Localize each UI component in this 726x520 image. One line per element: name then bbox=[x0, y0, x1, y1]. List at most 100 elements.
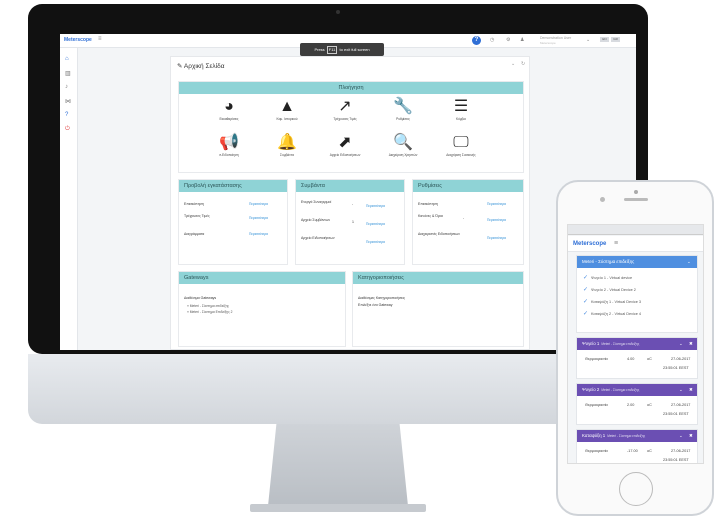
device-label: Ψυγείο 2 - Virtual Device 2 bbox=[591, 288, 636, 292]
help-icon[interactable]: ? bbox=[472, 36, 481, 45]
phone-speaker bbox=[624, 198, 648, 201]
install-view-title: Προβολή εγκατάστασης bbox=[179, 180, 287, 192]
nav-item-e-notify[interactable]: 📢 e-Ειδοποίηση bbox=[199, 134, 259, 157]
reading-device-sub: Meteri - Σύστημα επιδείξης bbox=[607, 434, 646, 438]
nav-item-history[interactable]: ▲ Καμ. Ιστορικού bbox=[257, 98, 317, 121]
nav-item-clearing[interactable]: ◕ Εκκαθαρίσεις bbox=[199, 98, 259, 121]
chevron-down-icon[interactable]: ⌄ bbox=[679, 384, 683, 396]
gateways-subtitle: Διαθέσιμα Gateways bbox=[184, 296, 217, 300]
close-icon[interactable]: ✖ bbox=[689, 430, 693, 442]
minimize-icon[interactable]: ⌄ bbox=[511, 61, 515, 67]
reading-label: Θερμοκρασία bbox=[585, 403, 608, 407]
nav-item-device-management[interactable]: 🖵 Διαχείριση Συσκευής bbox=[431, 134, 491, 157]
events-title: Συμβάντα bbox=[296, 180, 404, 192]
reading-header[interactable]: Ψυγείο 1 Meteri - Σύστημα επιδείξης ⌄ ✖ bbox=[577, 338, 697, 350]
close-icon[interactable]: ✖ bbox=[689, 338, 693, 350]
help-circle-icon[interactable]: ? bbox=[65, 112, 68, 118]
phone-screen: Meterscope ≡ Meteri - Σύστημα επιδείξης … bbox=[567, 224, 704, 464]
device-list-item[interactable]: ✓ Καταψύξη 1 - Virtual Device 3 bbox=[583, 298, 641, 305]
reading-label: Θερμοκρασία bbox=[585, 357, 608, 361]
bell-icon: 🔔 bbox=[277, 134, 297, 151]
refresh-icon[interactable]: ↻ bbox=[521, 61, 525, 67]
reading-header[interactable]: Καταψύξη 1 Meteri - Σύστημα επιδείξης ⌄ ✖ bbox=[577, 430, 697, 442]
gateway-item-label: Meteri - Σύστημα επιδείξης bbox=[189, 304, 229, 308]
navigation-title: Πλοήγηση bbox=[179, 82, 523, 94]
categories-available: Διαθέσιμες Κατηγοριοποιήσεις bbox=[358, 296, 406, 300]
reading-date: 27-06-2017 bbox=[671, 449, 691, 453]
chevron-down-icon[interactable]: ⌄ bbox=[679, 338, 683, 350]
hamburger-icon[interactable]: ≡ bbox=[98, 36, 102, 42]
home-icon[interactable]: ⌂ bbox=[65, 56, 69, 62]
lang-en-button[interactable]: EN bbox=[600, 37, 609, 42]
close-icon[interactable]: ✖ bbox=[689, 384, 693, 396]
phone-hamburger-icon[interactable]: ≡ bbox=[614, 240, 618, 247]
toast-key: F11 bbox=[326, 46, 338, 54]
page-title: ✎ Αρχική Σελίδα bbox=[177, 63, 225, 70]
chevron-down-icon[interactable]: ⌄ bbox=[687, 256, 691, 268]
toast-suffix: to exit full screen bbox=[339, 47, 370, 52]
nav-item-nodes[interactable]: ☰ Κόμβοι bbox=[431, 98, 491, 121]
area-chart-icon: ▲ bbox=[279, 98, 295, 115]
phone-status-bar bbox=[568, 225, 703, 235]
power-icon[interactable]: ⏻ bbox=[65, 126, 70, 133]
events-notifications-more-link[interactable]: Περισσότερα bbox=[366, 240, 385, 244]
phone-home-button[interactable] bbox=[619, 472, 653, 506]
nav-item-label: Καμ. Ιστορικού bbox=[276, 117, 298, 121]
phone-header: Meterscope ≡ bbox=[568, 236, 703, 252]
gateway-item[interactable]: » Meteri - Σύστημα Επιδείξης 2 bbox=[187, 310, 232, 314]
phone-devices-panel: Meteri - Σύστημα επιδείξης ⌄ ✓ Ψυγείο 1 -… bbox=[576, 255, 698, 333]
reading-header[interactable]: Ψυγείο 2 Meteri - Σύστημα επιδείξης ⌄ ✖ bbox=[577, 384, 697, 396]
reading-date: 27-06-2017 bbox=[671, 403, 691, 407]
imac-stand bbox=[268, 424, 408, 506]
user-subtitle: Meterscope bbox=[540, 41, 556, 45]
sidebar: ⌂ ▥ ♪ ⋈ ? ⏻ bbox=[60, 48, 78, 350]
install-row-charts: Διαγράμματα bbox=[184, 232, 205, 236]
nav-item-user-management[interactable]: 🔍 Διαχείριση Χρηστών bbox=[373, 134, 433, 157]
phone-brand[interactable]: Meterscope bbox=[573, 241, 606, 247]
lang-gr-button[interactable]: GR bbox=[611, 37, 620, 42]
megaphone-icon: 📢 bbox=[219, 134, 239, 151]
check-icon: ✓ bbox=[583, 287, 589, 293]
settings-overview-more-link[interactable]: Περισσότερα bbox=[487, 202, 506, 206]
reading-value: 2.00 bbox=[627, 403, 635, 407]
settings-rules: Κανόνες & Όρια bbox=[418, 214, 443, 218]
settings-overview: Επισκόπηση bbox=[418, 202, 438, 206]
install-overview-more-link[interactable]: Περισσότερα bbox=[249, 202, 268, 206]
install-row-current: Τρέχουσες Τιμές bbox=[184, 214, 210, 218]
phone-devices-header[interactable]: Meteri - Σύστημα επιδείξης ⌄ bbox=[577, 256, 697, 268]
chevron-down-icon[interactable]: ⌄ bbox=[679, 430, 683, 442]
share-icon[interactable]: ⋈ bbox=[65, 98, 71, 105]
settings-rules-more-link[interactable]: Περισσότερα bbox=[487, 218, 506, 222]
device-label: Καταψύξη 1 - Virtual Device 3 bbox=[591, 300, 642, 304]
chevron-down-icon[interactable]: ⌄ bbox=[586, 37, 590, 43]
phone-reading-panel: Ψυγείο 1 Meteri - Σύστημα επιδείξης ⌄ ✖ Θερμ… bbox=[576, 337, 698, 379]
device-label: Καταψύξη 2 - Virtual Device 4 bbox=[591, 312, 642, 316]
chart-icon[interactable]: ▥ bbox=[65, 70, 71, 77]
settings-admins-more-link[interactable]: Περισσότερα bbox=[487, 236, 506, 240]
settings-section: Ρυθμίσεις Επισκόπηση Περισσότερα Κανόνες… bbox=[412, 179, 524, 265]
brand-logo[interactable]: Meterscope bbox=[64, 37, 92, 43]
nav-item-notification-log[interactable]: ⬈ Αρχείο Ειδοποιήσεων bbox=[315, 134, 375, 157]
nav-item-settings[interactable]: 🔧 Ρυθμίσεις bbox=[373, 98, 433, 121]
reading-unit: oC bbox=[647, 449, 652, 453]
gear-icon[interactable]: ⚙ bbox=[506, 37, 510, 43]
check-icon: ✓ bbox=[583, 311, 589, 317]
bell-icon[interactable]: ♪ bbox=[65, 84, 68, 90]
reading-time: 23:55:01 EEST bbox=[663, 458, 689, 462]
device-list-item[interactable]: ✓ Καταψύξη 2 - Virtual Device 4 bbox=[583, 310, 641, 317]
device-list-item[interactable]: ✓ Ψυγείο 1 - Virtual device bbox=[583, 274, 632, 281]
user-icon[interactable]: ♟ bbox=[520, 37, 524, 43]
reading-date: 27-06-2017 bbox=[671, 357, 691, 361]
hero-stage: Meterscope ≡ ? ◷ ⚙ ♟ Demonstration User … bbox=[0, 0, 726, 520]
events-log-more-link[interactable]: Περισσότερα bbox=[366, 222, 385, 226]
nav-item-events[interactable]: 🔔 Συμβάντα bbox=[257, 134, 317, 157]
device-list-item[interactable]: ✓ Ψυγείο 2 - Virtual Device 2 bbox=[583, 286, 636, 293]
nav-item-current-values[interactable]: ↗ Τρέχουσες Τιμές bbox=[315, 98, 375, 121]
check-icon: ✓ bbox=[583, 275, 589, 281]
install-current-more-link[interactable]: Περισσότερα bbox=[249, 216, 268, 220]
gateway-item[interactable]: » Meteri - Σύστημα επιδείξης bbox=[187, 304, 229, 308]
install-charts-more-link[interactable]: Περισσότερα bbox=[249, 232, 268, 236]
clock-icon[interactable]: ◷ bbox=[490, 37, 494, 43]
events-active-more-link[interactable]: Περισσότερα bbox=[366, 204, 385, 208]
nav-item-label: Διαχείριση Χρηστών bbox=[388, 153, 418, 157]
